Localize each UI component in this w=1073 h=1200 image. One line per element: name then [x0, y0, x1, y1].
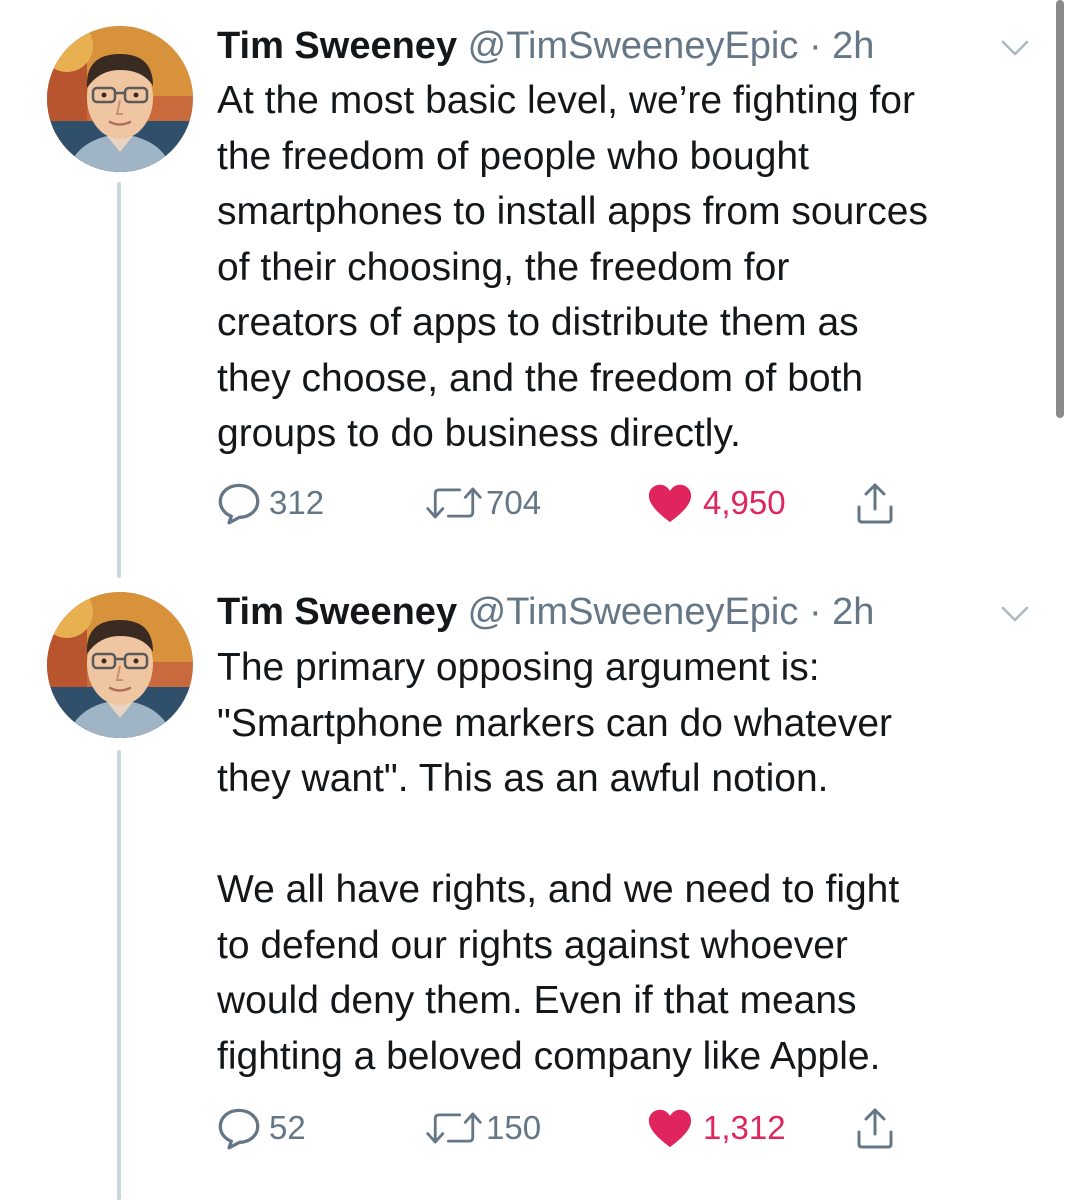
like-count: 4,950	[703, 484, 786, 521]
reply-button[interactable]: 52	[217, 1106, 306, 1150]
reply-count: 52	[269, 1109, 306, 1146]
chevron-down-icon[interactable]	[1000, 38, 1030, 58]
retweet-button[interactable]: 150	[424, 1106, 541, 1150]
avatar[interactable]	[47, 592, 193, 738]
separator-dot: ·	[808, 25, 822, 67]
chevron-down-icon[interactable]	[1000, 604, 1030, 624]
avatar[interactable]	[47, 26, 193, 172]
heart-icon	[647, 1107, 693, 1149]
tweet-timestamp[interactable]: 2h	[832, 25, 874, 67]
retweet-count: 704	[486, 484, 542, 521]
reply-icon	[217, 1106, 261, 1150]
like-button[interactable]: 4,950	[647, 481, 786, 525]
author-name[interactable]: Tim Sweeney	[217, 25, 457, 67]
retweet-icon	[424, 1109, 484, 1147]
retweet-count: 150	[486, 1109, 542, 1146]
heart-icon	[647, 482, 693, 524]
like-count: 1,312	[703, 1109, 786, 1146]
like-button[interactable]: 1,312	[647, 1106, 786, 1150]
share-button[interactable]	[855, 481, 895, 525]
author-photo	[47, 26, 193, 172]
separator-dot: ·	[808, 591, 822, 633]
retweet-button[interactable]: 704	[424, 481, 541, 525]
thread-connector-line	[117, 182, 121, 578]
tweet-text: The primary opposing argument is: "Smart…	[217, 646, 900, 1078]
reply-button[interactable]: 312	[217, 481, 324, 525]
reply-icon	[217, 481, 261, 525]
thread-connector-line	[117, 750, 121, 1200]
tweet-header: Tim Sweeney @TimSweeneyEpic · 2h	[217, 590, 874, 634]
retweet-icon	[424, 484, 484, 522]
author-photo	[47, 592, 193, 738]
share-icon	[855, 481, 895, 525]
share-button[interactable]	[855, 1106, 895, 1150]
share-icon	[855, 1106, 895, 1150]
author-handle[interactable]: @TimSweeneyEpic	[468, 591, 799, 633]
tweet-text: At the most basic level, we’re fighting …	[217, 79, 928, 455]
author-handle[interactable]: @TimSweeneyEpic	[468, 25, 799, 67]
author-name[interactable]: Tim Sweeney	[217, 591, 457, 633]
reply-count: 312	[269, 484, 325, 521]
tweet-header: Tim Sweeney @TimSweeneyEpic · 2h	[217, 24, 874, 68]
scrollbar-thumb[interactable]	[1056, 0, 1064, 418]
tweet-timestamp[interactable]: 2h	[832, 591, 874, 633]
